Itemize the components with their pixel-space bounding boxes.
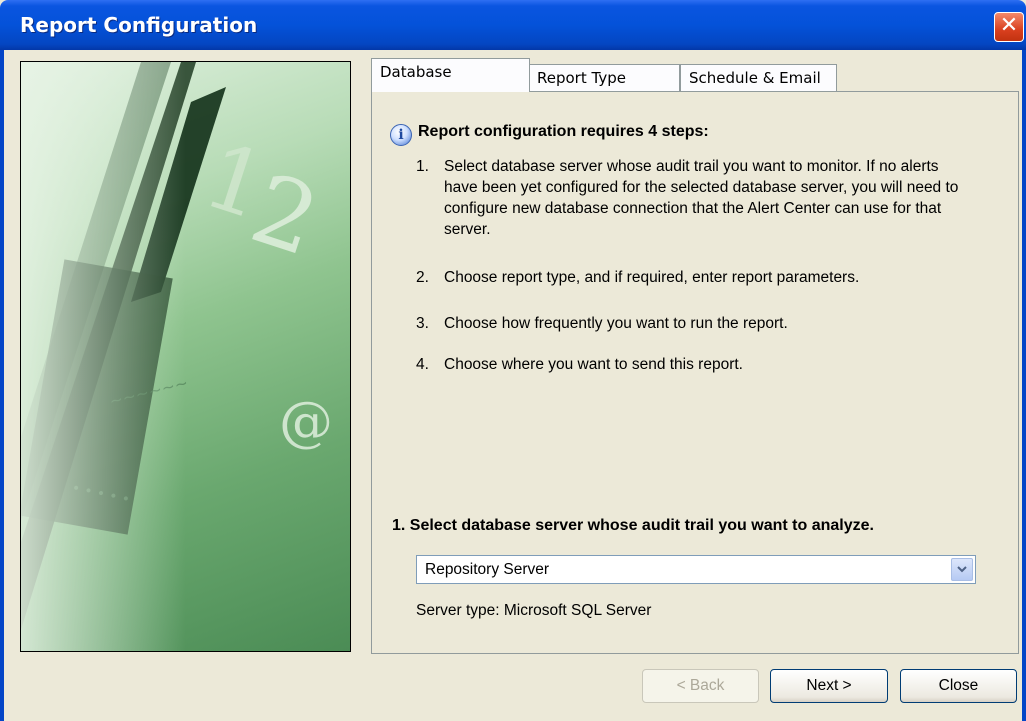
decorative-clock-image: 2 1 @ ~~~~~~ • • • • • [20, 61, 351, 652]
window-frame-right [1022, 50, 1026, 721]
step-text: Choose where you want to send this repor… [444, 356, 743, 373]
dropdown-arrow-button[interactable] [951, 558, 973, 581]
selected-server-value: Repository Server [425, 561, 550, 578]
tab-schedule-email[interactable]: Schedule & Email [680, 64, 837, 92]
step-text: Choose report type, and if required, ent… [444, 269, 860, 286]
server-type-label: Server type: Microsoft SQL Server [416, 602, 652, 619]
tab-label: Report Type [537, 69, 626, 87]
window-frame-left [0, 50, 4, 721]
select-server-heading: 1. Select database server whose audit tr… [392, 517, 874, 534]
report-configuration-window: Report Configuration ✕ 2 1 @ ~~~~~~ • • … [0, 0, 1026, 721]
chevron-down-icon [957, 566, 967, 573]
close-icon: ✕ [999, 13, 1019, 38]
database-server-select[interactable]: Repository Server [416, 555, 976, 584]
tab-label: Schedule & Email [689, 69, 821, 87]
tab-database[interactable]: Database [371, 58, 530, 92]
close-button[interactable]: Close [900, 669, 1017, 703]
title-bar[interactable]: Report Configuration ✕ [0, 0, 1026, 50]
window-title: Report Configuration [20, 13, 258, 37]
step-text: Choose how frequently you want to run th… [444, 315, 788, 332]
step-text: Select database server whose audit trail… [444, 158, 959, 238]
step-number: 4. [416, 356, 429, 373]
tab-label: Database [380, 63, 452, 81]
window-close-button[interactable]: ✕ [994, 12, 1024, 42]
database-tab-panel: i Report configuration requires 4 steps:… [371, 91, 1019, 654]
step-number: 3. [416, 315, 429, 332]
step-number: 2. [416, 269, 429, 286]
back-button[interactable]: < Back [642, 669, 759, 703]
step-number: 1. [416, 158, 429, 175]
tab-report-type[interactable]: Report Type [528, 64, 680, 92]
steps-heading: Report configuration requires 4 steps: [418, 123, 709, 140]
next-button[interactable]: Next > [770, 669, 888, 703]
info-icon: i [390, 124, 412, 146]
clock-illustration: 2 1 @ ~~~~~~ • • • • • [21, 62, 350, 651]
